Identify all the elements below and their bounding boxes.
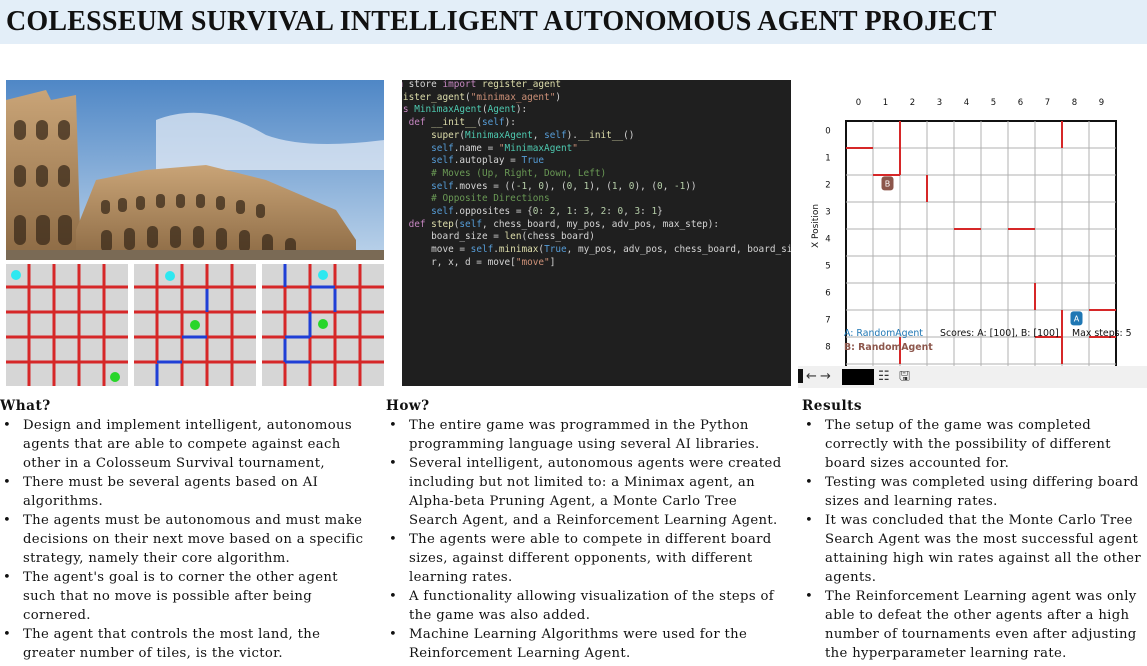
- max-steps-text: Max steps: 5: [1072, 328, 1132, 339]
- code-line: self.autoplay = True: [431, 155, 545, 167]
- how-list: The entire game was programmed in the Py…: [386, 416, 790, 663]
- code-line: self.opposites = {0: 2, 1: 3, 2: 0, 3: 1…: [431, 206, 663, 218]
- x-tick-label: 7: [1045, 98, 1050, 108]
- scores-text: Scores: A: [100], B: [100]: [940, 328, 1059, 339]
- save-icon[interactable]: 🖫: [899, 368, 910, 386]
- how-item: A functionality allowing visualization o…: [389, 587, 790, 625]
- what-list: Design and implement intelligent, autono…: [0, 416, 372, 663]
- y-axis-label: X Position: [811, 204, 821, 248]
- results-item: The Reinforcement Learning agent was onl…: [805, 587, 1147, 663]
- code-line: super(MinimaxAgent, self).__init__(): [431, 129, 635, 141]
- code-line: move = self.minimax(True, my_pos, adv_po…: [431, 244, 791, 256]
- what-item: There must be several agents based on AI…: [3, 473, 372, 511]
- pan-icon[interactable]: [842, 369, 874, 385]
- page-title: COLESSEUM SURVIVAL INTELLIGENT AUTONOMOU…: [6, 6, 997, 37]
- y-tick-label: 8: [825, 343, 830, 353]
- code-line: register_agent("minimax_agent"): [402, 91, 562, 103]
- results-item: It was concluded that the Monte Carlo Tr…: [805, 511, 1147, 587]
- x-tick-label: 5: [991, 98, 996, 108]
- how-item: The agents were able to compete in diffe…: [389, 530, 790, 587]
- how-section: How? The entire game was programmed in t…: [386, 397, 790, 663]
- colosseum-photo: [6, 80, 384, 260]
- what-heading: What?: [0, 398, 51, 414]
- code-line: r, x, d = move["move"]: [431, 256, 556, 268]
- what-item: The agent that controls the most land, t…: [3, 625, 372, 663]
- how-item: Several intelligent, autonomous agents w…: [389, 454, 790, 530]
- x-tick-label: 6: [1018, 98, 1023, 108]
- y-tick-label: 0: [825, 127, 830, 137]
- code-line: board_size = len(chess_board): [431, 231, 595, 243]
- results-section: Results The setup of the game was comple…: [802, 397, 1147, 663]
- x-tick-label: 9: [1099, 98, 1104, 108]
- what-section: What? Design and implement intelligent, …: [0, 397, 372, 663]
- results-item: The setup of the game was completed corr…: [805, 416, 1147, 473]
- y-tick-label: 7: [825, 316, 830, 326]
- code-line: # Opposite Directions: [402, 193, 550, 205]
- agent-b-label: B: [885, 179, 891, 188]
- results-list: The setup of the game was completed corr…: [802, 416, 1147, 663]
- back-arrow-icon[interactable]: ←: [806, 368, 817, 386]
- y-tick-label: 5: [825, 262, 830, 272]
- y-tick-label: 4: [825, 235, 830, 245]
- configure-icon[interactable]: ☷: [878, 368, 890, 386]
- y-tick-label: 2: [825, 181, 830, 191]
- x-tick-label: 2: [910, 98, 915, 108]
- x-tick-label: 8: [1072, 98, 1077, 108]
- code-line: # Moves (Up, Right, Down, Left): [402, 167, 607, 179]
- code-listing: rom store import register_agentregister_…: [402, 80, 791, 270]
- board-thumbnail-1: [6, 264, 128, 386]
- how-item: Machine Learning Algorithms were used fo…: [389, 625, 790, 663]
- agent-a-label: A: [1074, 314, 1080, 323]
- board-thumbnail-2: [134, 264, 256, 386]
- x-tick-label: 3: [937, 98, 942, 108]
- figure-toolbar: ← → ☷ 🖫: [798, 366, 1147, 388]
- legend-agent-b: B: RandomAgent: [844, 342, 933, 353]
- how-item: The entire game was programmed in the Py…: [389, 416, 790, 454]
- x-tick-label: 1: [883, 98, 888, 108]
- legend-agent-a: A: RandomAgent: [844, 328, 923, 339]
- x-tick-label: 4: [964, 98, 969, 108]
- code-line: def __init__(self):: [408, 117, 516, 129]
- what-item: Design and implement intelligent, autono…: [3, 416, 372, 473]
- y-tick-label: 6: [825, 289, 830, 299]
- code-line: self.moves = ((-1, 0), (0, 1), (1, 0), (…: [431, 180, 697, 192]
- x-tick-label: 0: [856, 98, 861, 108]
- code-line: rom store import register_agent: [402, 80, 562, 90]
- board-thumbnail-3: [262, 264, 384, 386]
- code-editor: rom store import register_agentregister_…: [402, 80, 791, 386]
- code-line: self.name = "MinimaxAgent": [431, 142, 578, 154]
- code-line: def step(self, chess_board, my_pos, adv_…: [408, 218, 720, 230]
- results-item: Testing was completed using differing bo…: [805, 473, 1147, 511]
- forward-arrow-icon[interactable]: →: [820, 368, 831, 386]
- how-heading: How?: [386, 398, 430, 414]
- y-tick-label: 1: [825, 154, 830, 164]
- title-bar: COLESSEUM SURVIVAL INTELLIGENT AUTONOMOU…: [0, 0, 1147, 44]
- what-item: The agents must be autonomous and must m…: [3, 511, 372, 568]
- home-icon[interactable]: [798, 369, 803, 383]
- what-item: The agent's goal is to corner the other …: [3, 568, 372, 625]
- y-tick-label: 3: [825, 208, 830, 218]
- code-line: lass MinimaxAgent(Agent):: [402, 104, 528, 116]
- game-board-figure: 01234567890123456789Y PositionX Position…: [798, 80, 1147, 410]
- board-thumbnails: [6, 264, 384, 386]
- results-heading: Results: [802, 398, 863, 414]
